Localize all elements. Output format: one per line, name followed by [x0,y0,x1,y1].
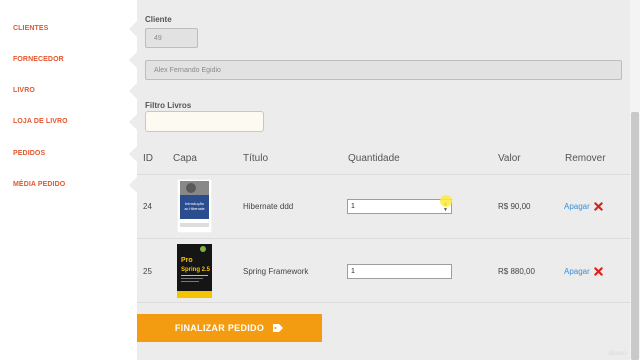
cover-title: Pro [181,257,193,264]
sidebar-notch [129,52,137,68]
sidebar-notch [129,21,137,37]
cover-title: Spring 2.5 [181,267,211,273]
watermark: Bloom [608,351,626,357]
sidebar-notch [129,114,137,130]
quantidade-select[interactable]: 1 [347,264,452,279]
quantidade-value: 1 [351,268,355,275]
row-divider [137,238,630,239]
header-capa: Capa [173,153,197,164]
row-titulo: Hibernate ddd [243,202,294,211]
cover-title: Introdução [185,201,205,206]
cover-title: ao Hibernate [184,207,204,211]
filtro-livros-input[interactable] [145,111,264,132]
row-valor: R$ 880,00 [498,267,535,276]
header-titulo: Título [243,153,269,164]
book-cover-image: Pro Spring 2.5 [177,244,212,298]
scrollbar-thumb[interactable] [631,112,639,360]
quantidade-select[interactable]: 1 ▲▼ [347,199,452,214]
finalizar-pedido-button[interactable]: FINALIZAR PEDIDO [137,314,322,342]
cliente-id-field: 49 [145,28,198,48]
sidebar-item-media-pedido[interactable]: MÉDIA PEDIDO [13,181,65,188]
tag-icon [273,324,284,332]
finalizar-label: FINALIZAR PEDIDO [174,323,265,333]
delete-icon[interactable] [594,267,603,276]
sidebar-notch [129,146,137,162]
sidebar: CLIENTES FORNECEDOR LIVRO LOJA DE LIVRO … [0,0,137,360]
header-quantidade: Quantidade [348,153,400,164]
row-divider [137,174,630,175]
row-titulo: Spring Framework [243,267,309,276]
sidebar-notch [129,83,137,99]
sidebar-item-fornecedor[interactable]: FORNECEDOR [13,56,64,63]
row-id: 25 [143,267,152,276]
row-valor: R$ 90,00 [498,202,531,211]
row-divider [137,302,630,303]
delete-icon[interactable] [594,202,603,211]
book-cover-image: Introdução ao Hibernate [177,179,212,233]
sidebar-item-loja-de-livro[interactable]: LOJA DE LIVRO [13,118,68,125]
cursor-highlight [440,195,452,207]
apagar-link[interactable]: Apagar [564,202,590,211]
sidebar-item-livro[interactable]: LIVRO [13,87,35,94]
apagar-link[interactable]: Apagar [564,267,590,276]
quantidade-value: 1 [351,203,355,210]
filtro-livros-label: Filtro Livros [145,101,192,110]
row-id: 24 [143,202,152,211]
sidebar-notch [129,177,137,193]
header-remover: Remover [565,153,606,164]
sidebar-item-pedidos[interactable]: PEDIDOS [13,150,45,157]
header-id: ID [143,153,153,164]
cliente-label: Cliente [145,15,172,24]
cliente-nome-field: Alex Fernando Egidio [145,60,622,80]
sidebar-item-clientes[interactable]: CLIENTES [13,25,48,32]
header-valor: Valor [498,153,521,164]
